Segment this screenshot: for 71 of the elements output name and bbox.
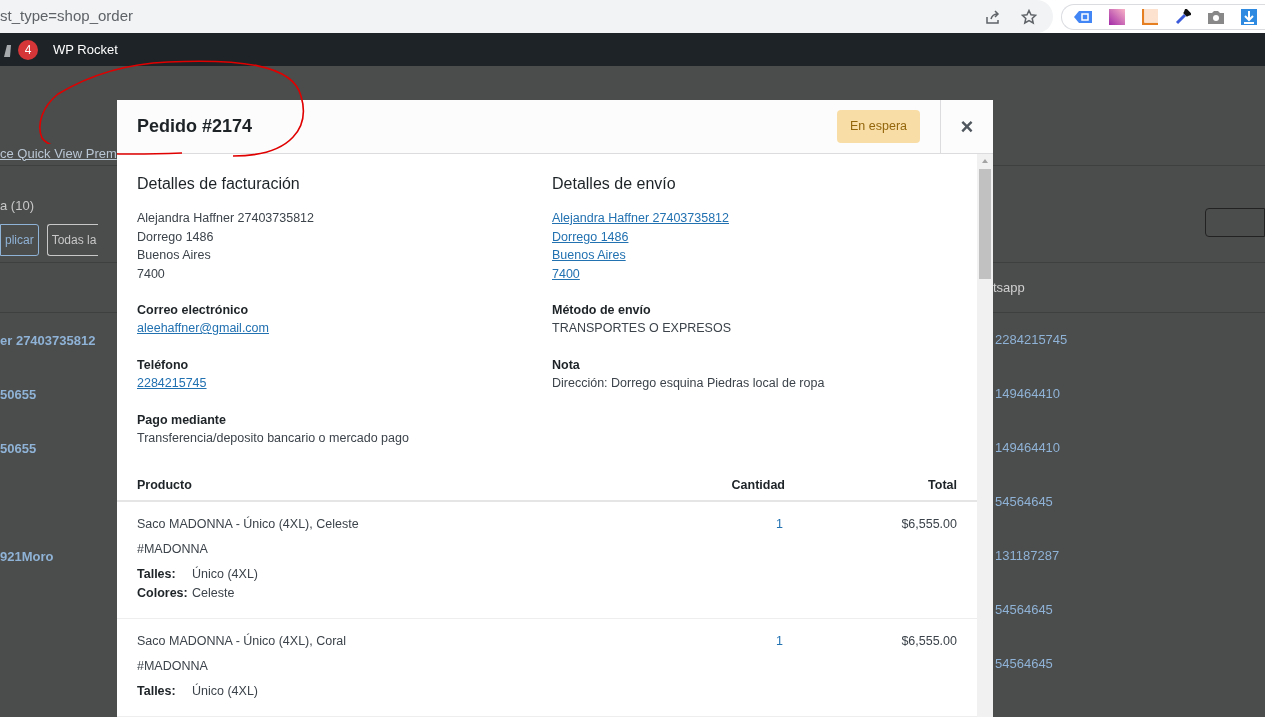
field-label: Pago mediante [137, 412, 227, 429]
address-link[interactable]: Dorrego 1486 [552, 227, 629, 246]
star-icon[interactable] [1021, 8, 1037, 25]
items-count: a (10) [0, 197, 35, 215]
whatsapp-number: 149464410 [994, 439, 1061, 458]
modal-title: Pedido #2174 [136, 115, 254, 138]
customer-link[interactable]: er 27403735812 [0, 333, 96, 348]
product-sku: #MADONNA [137, 658, 209, 675]
column-header[interactable]: tsapp [993, 277, 1025, 298]
meta-label: Talles: [137, 683, 177, 700]
product-name: Saco MADONNA - Único (4XL), Celeste [137, 516, 360, 533]
product-sku: #MADONNA [137, 541, 209, 558]
field-label: Nota [552, 357, 581, 374]
field-value: Transferencia/deposito bancario o mercado pago [137, 430, 410, 447]
section-heading: Detalles de envío [552, 174, 677, 194]
whatsapp-number: 54564645 [994, 655, 1053, 674]
quantity-link[interactable]: 1 [655, 633, 785, 701]
ruler-icon[interactable] [1142, 8, 1158, 25]
customer-link[interactable]: 50655 [0, 387, 37, 402]
share-icon[interactable] [985, 8, 1001, 25]
whatsapp-number: 54564645 [994, 493, 1053, 512]
whatsapp-number: 54564645 [994, 601, 1053, 620]
tag-icon[interactable] [1074, 9, 1092, 24]
line-total: $6,555.00 [900, 516, 957, 533]
apply-button[interactable]: plicar [0, 223, 39, 256]
customer-link[interactable]: 50655 [0, 441, 37, 456]
field-label: Correo electrónico [137, 302, 250, 319]
address-line: 7400 [137, 265, 166, 283]
admin-bar-link[interactable]: WP Rocket [53, 39, 118, 60]
field-link[interactable]: 2284215745 [137, 374, 207, 393]
address-link[interactable]: Alejandra Haffner 27403735812 [552, 209, 729, 228]
field-value: Dirección: Dorrego esquina Piedras local de ropa [552, 375, 826, 392]
column-header: Total [927, 476, 957, 494]
quantity-link[interactable]: 1 [655, 516, 785, 603]
search-field[interactable] [1205, 208, 1265, 237]
download-icon[interactable] [1241, 8, 1257, 25]
section-heading: Detalles de facturación [137, 174, 301, 194]
field-value: TRANSPORTES O EXPRESOS [552, 320, 732, 337]
gradient-icon[interactable] [1109, 8, 1125, 25]
whatsapp-number: 2284215745 [994, 331, 1068, 350]
eyedropper-icon[interactable] [1175, 8, 1191, 25]
scrollbar-thumb[interactable] [979, 169, 991, 279]
whatsapp-number: 131187287 [994, 547, 1060, 566]
address-line: Dorrego 1486 [137, 228, 215, 246]
address-link[interactable]: 7400 [552, 264, 580, 283]
scrollbar[interactable] [977, 154, 993, 717]
customer-link[interactable]: 921Moro [0, 549, 54, 564]
field-link[interactable]: aleehaffner@gmail.com [137, 319, 269, 338]
product-name: Saco MADONNA - Único (4XL), Coral [137, 633, 348, 650]
camera-icon[interactable] [1208, 9, 1224, 24]
status-badge: En espera [837, 110, 920, 143]
column-header: Producto [137, 476, 193, 494]
meta-value: Celeste [192, 585, 235, 602]
address-line: Alejandra Haffner 27403735812 [137, 210, 315, 227]
address-line: Buenos Aires [137, 247, 212, 264]
meta-label: Colores: [137, 585, 189, 602]
column-header: Cantidad [730, 476, 785, 494]
filter-dropdown[interactable]: Todas la [46, 223, 99, 256]
field-label: Método de envío [552, 302, 652, 319]
line-total: $6,555.00 [900, 633, 957, 650]
update-badge[interactable]: 4 [18, 39, 38, 60]
address-link[interactable]: Buenos Aires [552, 246, 626, 265]
url-text: st_type=shop_order [0, 6, 133, 27]
meta-label: Talles: [137, 566, 177, 583]
whatsapp-number: 149464410 [994, 385, 1061, 404]
field-label: Teléfono [137, 357, 190, 374]
meta-value: Único (4XL) [192, 682, 258, 700]
close-button[interactable]: × [940, 100, 993, 153]
plugin-link[interactable]: ce Quick View Prem [0, 143, 117, 163]
address-bar[interactable]: st_type=shop_order [0, 0, 1053, 33]
meta-value: Único (4XL) [192, 565, 258, 583]
